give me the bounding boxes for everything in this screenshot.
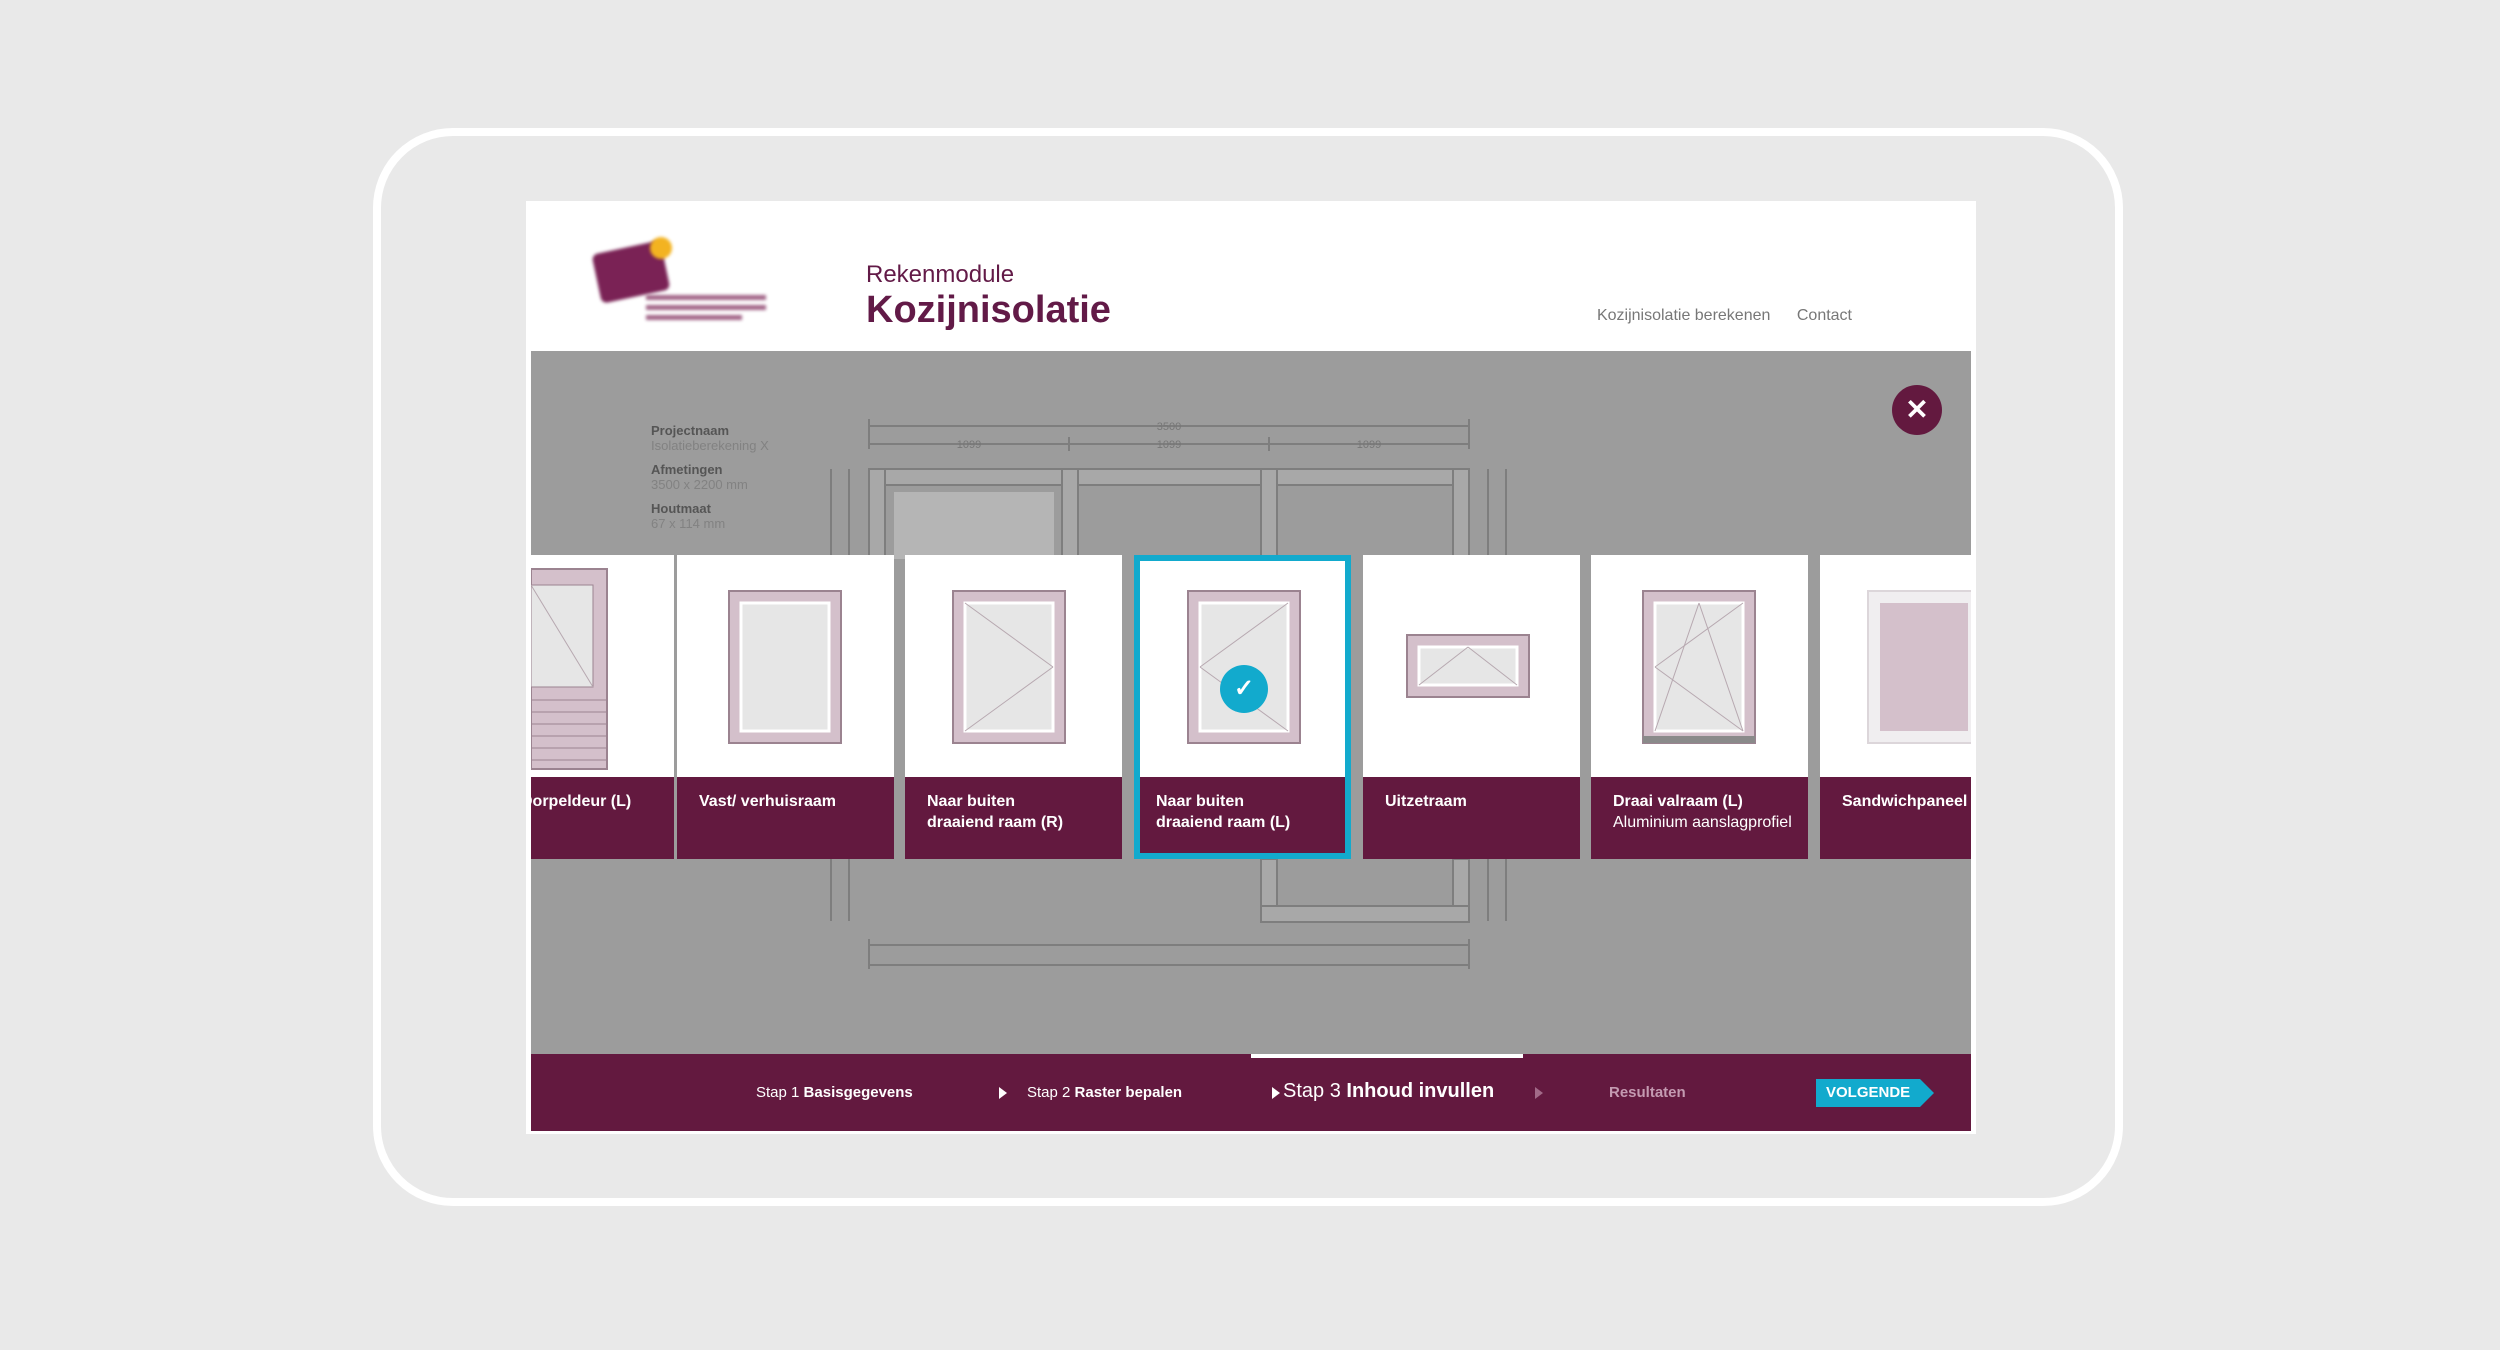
header: Rekenmodule Kozijnisolatie Kozijnisolati…: [526, 201, 1976, 351]
wizard-steps-bar: Stap 1 Basisgegevens Stap 2 Raster bepal…: [531, 1054, 1971, 1131]
step-arrow-icon: [1535, 1087, 1543, 1099]
window-type-carousel: Dorpeldeur (L) Vast/ verhuisraam Naar bu…: [531, 555, 1971, 859]
tilt-turn-window-icon: [1642, 590, 1756, 744]
nav-link-kozijnisolatie[interactable]: Kozijnisolatie berekenen: [1597, 307, 1770, 324]
page-title: Kozijnisolatie: [866, 289, 1111, 331]
option-label: Dorpeldeur (L): [531, 777, 674, 859]
company-logo[interactable]: [588, 229, 778, 339]
fixed-window-icon: [728, 590, 842, 744]
option-card-dorpeldeur[interactable]: Dorpeldeur (L): [531, 555, 674, 859]
dimensions-value: 3500 x 2200 mm: [651, 477, 748, 492]
modal-overlay: 3500 1099 1099 1099 Projectnaam Isolatie…: [531, 351, 1971, 1054]
sandwich-panel-icon: [1867, 590, 1971, 744]
option-label: Naar buiten draaiend raam (R): [905, 777, 1122, 859]
active-step-indicator: [1251, 1054, 1523, 1058]
option-label: Naar buiten draaiend raam (L): [1134, 777, 1351, 859]
selected-check-icon: ✓: [1220, 665, 1268, 713]
option-card-sandwichpaneel[interactable]: Sandwichpaneel: [1820, 555, 1971, 859]
nav-link-contact[interactable]: Contact: [1797, 307, 1852, 324]
step-2[interactable]: Stap 2 Raster bepalen: [1027, 1084, 1182, 1101]
awning-window-icon: [1406, 634, 1530, 698]
step-3[interactable]: Stap 3 Inhoud invullen: [1283, 1080, 1494, 1103]
step-arrow-icon: [1272, 1087, 1280, 1099]
dim-segment-3: 1099: [1357, 439, 1381, 451]
dimensions-label: Afmetingen: [651, 462, 723, 477]
option-label: Sandwichpaneel: [1820, 777, 1971, 859]
wood-size-value: 67 x 114 mm: [651, 516, 726, 531]
option-card-vast-verhuisraam[interactable]: Vast/ verhuisraam: [677, 555, 894, 859]
step-arrow-icon: [999, 1087, 1007, 1099]
project-name-label: Projectnaam: [651, 423, 730, 438]
dim-segment-2: 1099: [1157, 439, 1181, 451]
wood-size-label: Houtmaat: [651, 501, 711, 516]
project-name-value: Isolatieberekening X: [651, 438, 769, 453]
option-card-uitzetraam[interactable]: Uitzetraam: [1363, 555, 1580, 859]
door-icon: [531, 568, 608, 770]
option-card-draai-valraam[interactable]: Draai valraam (L) Aluminium aanslagprofi…: [1591, 555, 1808, 859]
step-1[interactable]: Stap 1 Basisgegevens: [756, 1084, 913, 1101]
option-card-buiten-draaiend-l[interactable]: ✓ Naar buiten draaiend raam (L): [1134, 555, 1351, 859]
top-nav: Kozijnisolatie berekenen Contact: [1575, 307, 1852, 325]
next-button[interactable]: VOLGENDE: [1816, 1079, 1934, 1107]
casement-right-icon: [952, 590, 1066, 744]
dim-segment-1: 1099: [957, 439, 981, 451]
project-info: Projectnaam Isolatieberekening X Afmetin…: [651, 423, 769, 540]
step-results[interactable]: Resultaten: [1609, 1084, 1686, 1101]
option-label: Vast/ verhuisraam: [677, 777, 894, 859]
page-subtitle: Rekenmodule: [866, 261, 1015, 288]
option-label: Draai valraam (L) Aluminium aanslagprofi…: [1591, 777, 1808, 859]
close-icon: ✕: [1905, 394, 1929, 425]
dim-total-label: 3500: [1157, 421, 1181, 433]
option-label: Uitzetraam: [1363, 777, 1580, 859]
option-card-buiten-draaiend-r[interactable]: Naar buiten draaiend raam (R): [905, 555, 1122, 859]
close-button[interactable]: ✕: [1892, 385, 1942, 435]
app-screen: Rekenmodule Kozijnisolatie Kozijnisolati…: [526, 201, 1976, 1134]
